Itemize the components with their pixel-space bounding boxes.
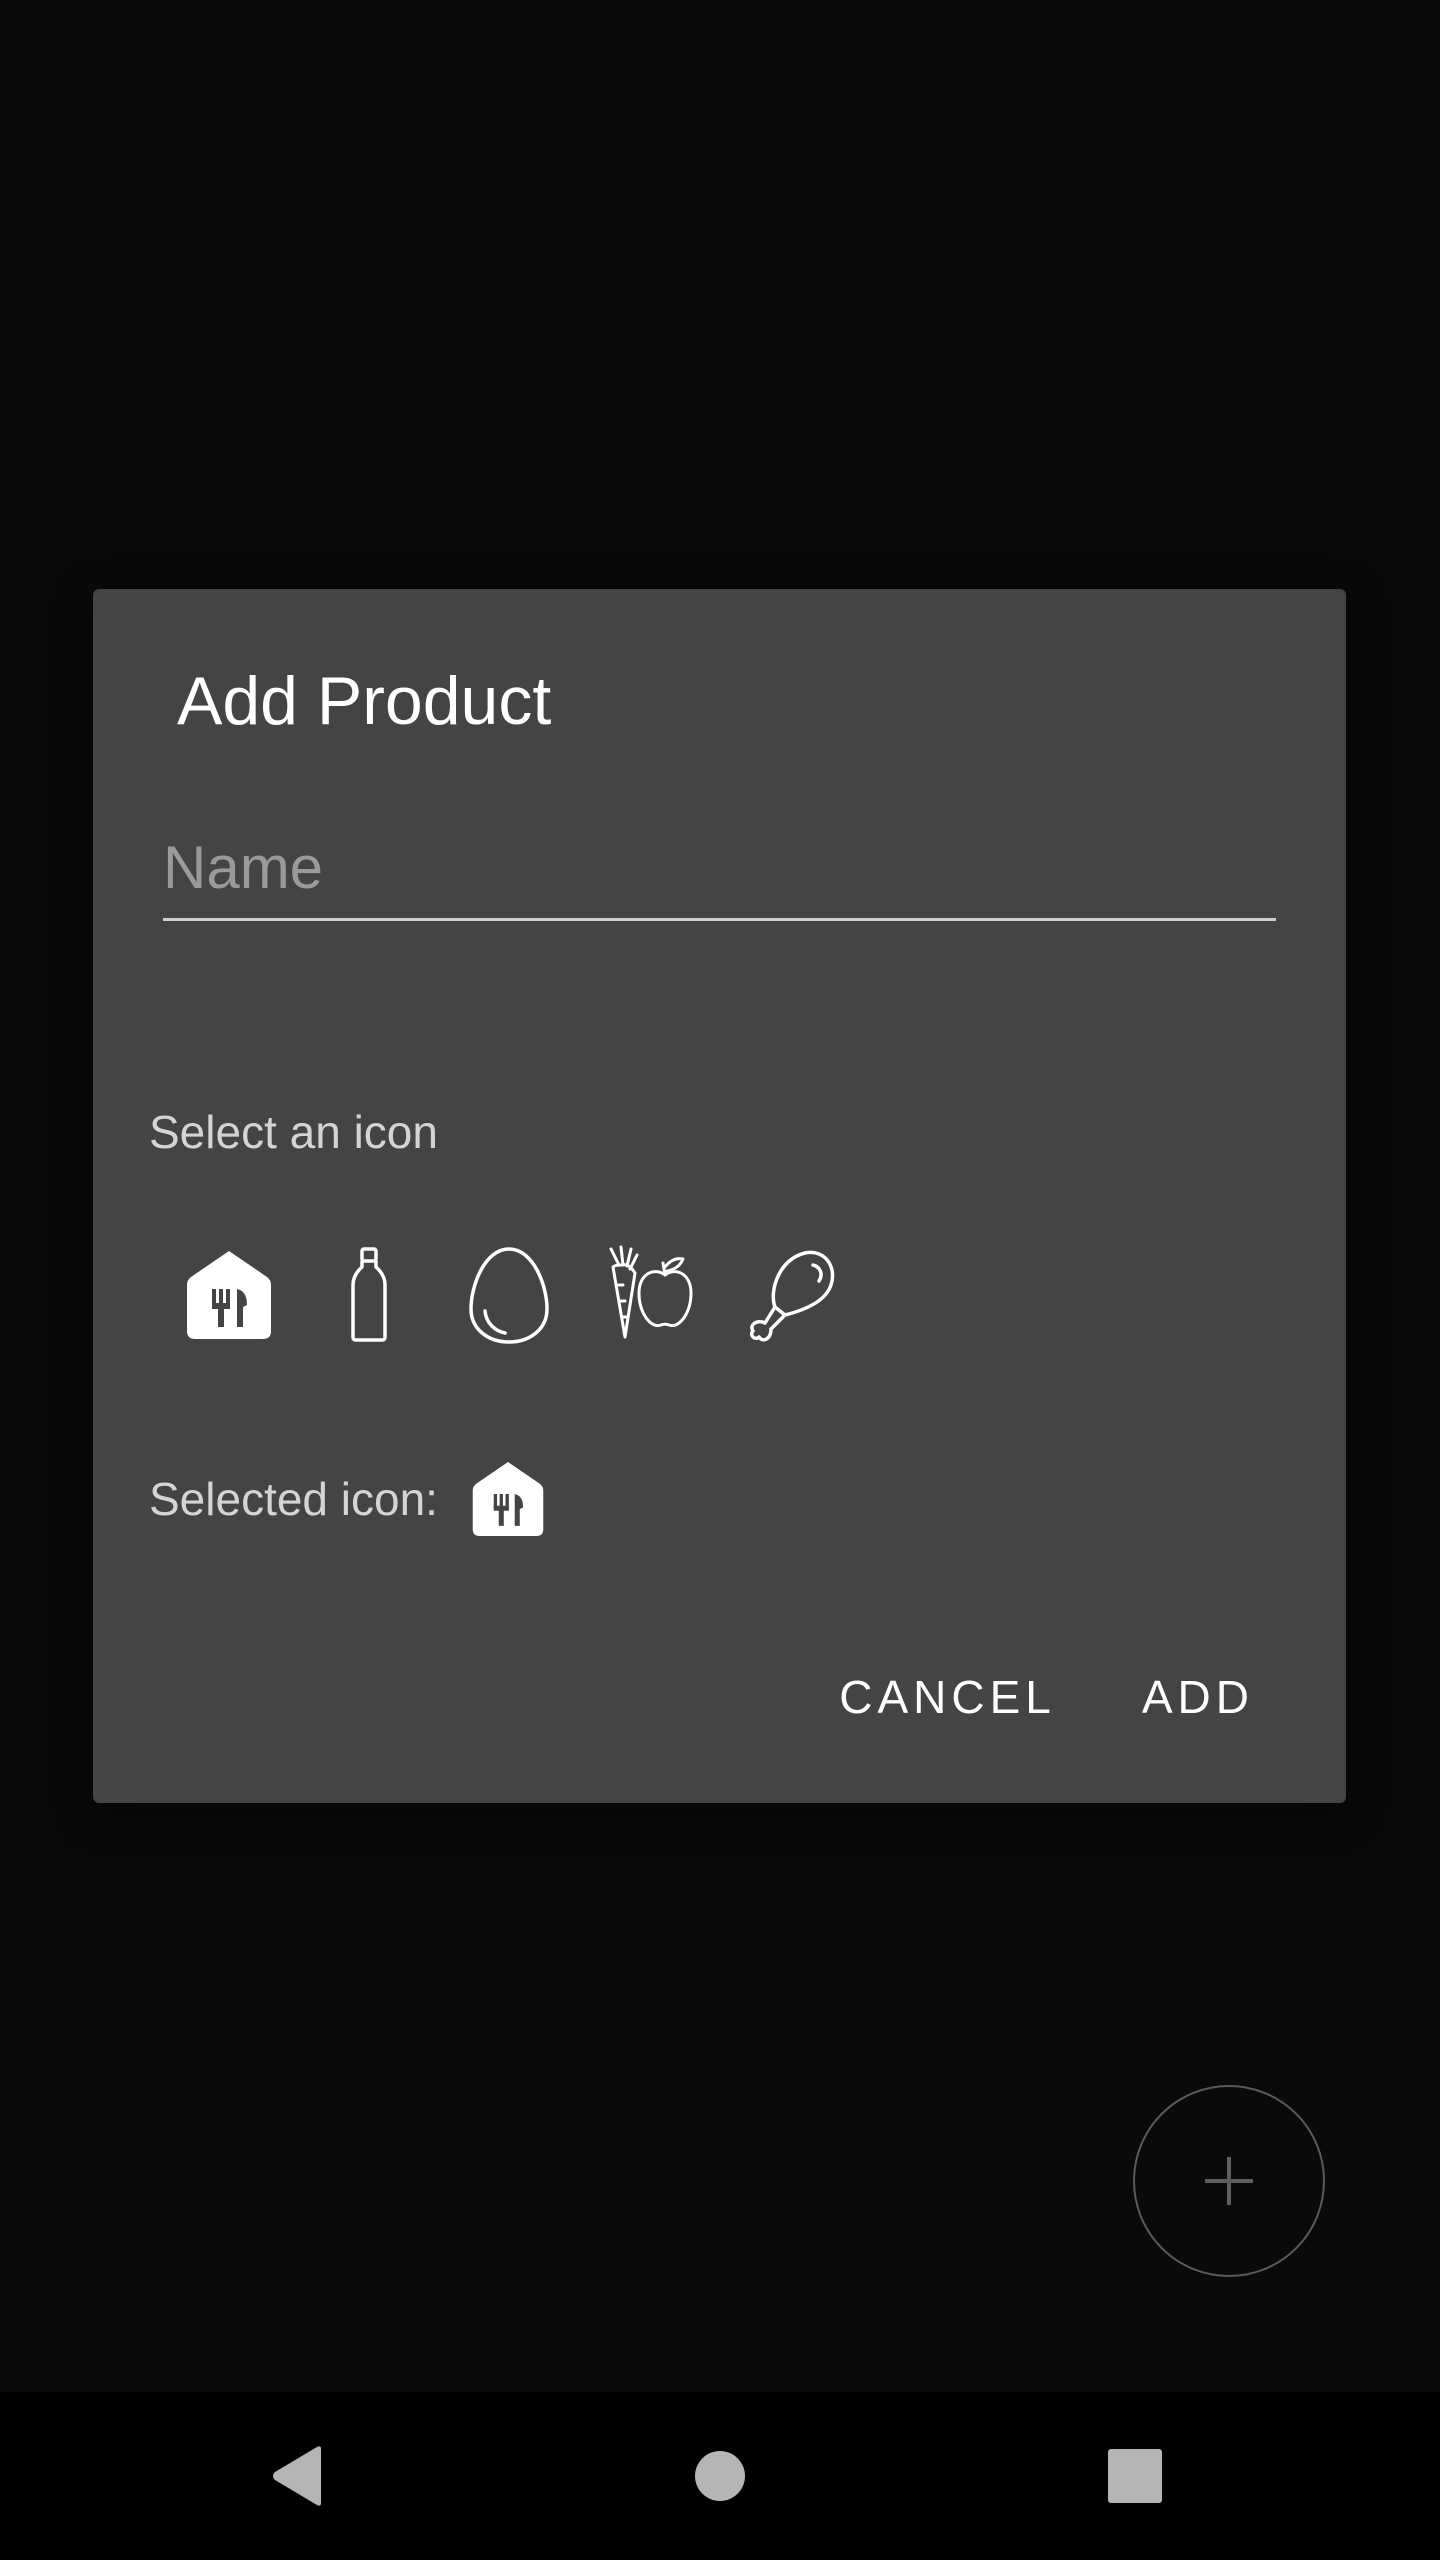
recents-square-icon (1108, 2449, 1162, 2503)
system-nav-bar (0, 2392, 1440, 2560)
icon-option-chicken[interactable] (719, 1225, 859, 1365)
add-product-dialog: Add Product Select an icon (93, 589, 1346, 1803)
name-input[interactable] (163, 829, 1276, 921)
icon-option-vegetables[interactable] (579, 1225, 719, 1365)
back-triangle-icon (273, 2446, 321, 2506)
selected-icon-label: Selected icon: (149, 1473, 438, 1525)
add-fab-button[interactable] (1133, 2085, 1325, 2277)
egg-icon (469, 1247, 549, 1344)
nav-back-button[interactable] (250, 2426, 350, 2526)
screen: Add Product Select an icon (0, 0, 1440, 2560)
icon-option-restaurant[interactable] (159, 1225, 299, 1365)
nav-home-button[interactable] (670, 2426, 770, 2526)
restaurant-icon (187, 1251, 271, 1339)
plus-icon (1205, 2157, 1253, 2205)
dialog-actions: CANCEL ADD (839, 1669, 1254, 1725)
chicken-leg-icon (749, 1250, 835, 1342)
bottle-icon (351, 1247, 387, 1342)
icon-option-bottle[interactable] (299, 1225, 439, 1365)
icon-option-egg[interactable] (439, 1225, 579, 1365)
selected-icon-row: Selected icon: (149, 1449, 550, 1549)
restaurant-icon (472, 1462, 544, 1536)
home-circle-icon (695, 2451, 745, 2501)
select-icon-label: Select an icon (149, 1106, 438, 1158)
vegetables-fruits-icon (609, 1245, 693, 1339)
add-button[interactable]: ADD (1142, 1669, 1254, 1725)
icon-picker (159, 1225, 859, 1365)
dialog-title: Add Product (177, 663, 552, 739)
nav-recents-button[interactable] (1085, 2426, 1185, 2526)
cancel-button[interactable]: CANCEL (839, 1669, 1056, 1725)
